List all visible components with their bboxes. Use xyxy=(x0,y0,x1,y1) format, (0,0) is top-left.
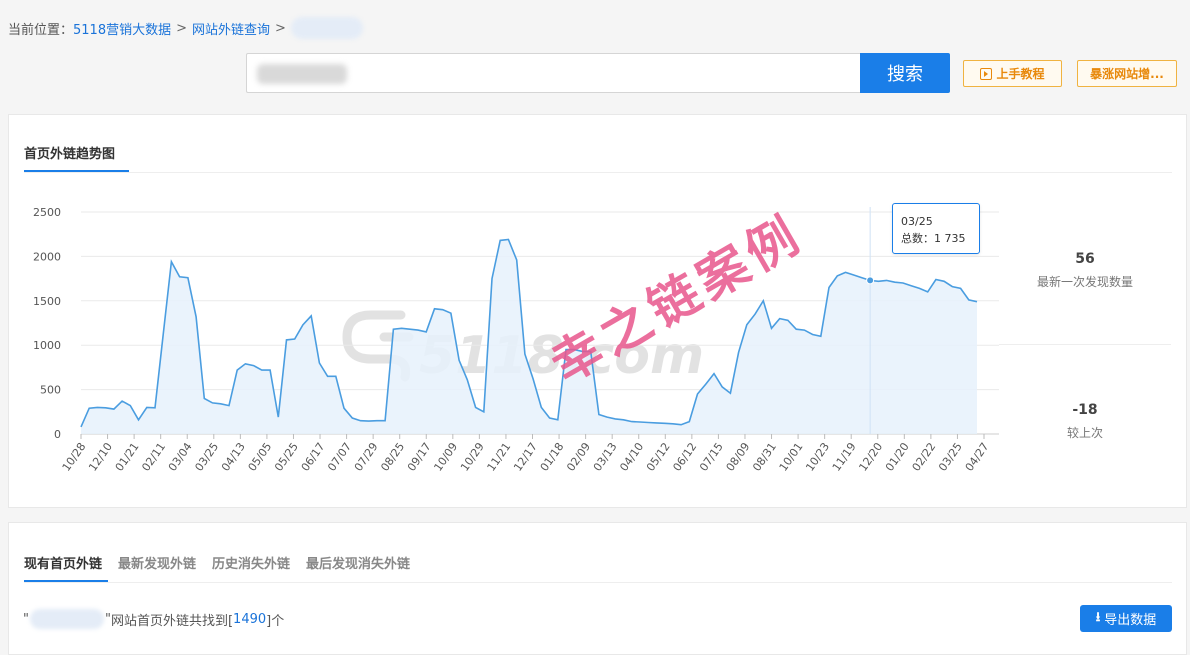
y-tick-label: 500 xyxy=(40,384,61,397)
x-tick-label: 04/10 xyxy=(617,440,646,473)
tutorial-button[interactable]: 上手教程 xyxy=(963,60,1062,87)
y-tick-label: 1000 xyxy=(33,339,61,352)
tab-new-links[interactable]: 最新发现外链 xyxy=(118,553,196,572)
search-bar: 搜索 xyxy=(246,53,950,93)
x-tick-label: 05/05 xyxy=(246,440,275,473)
y-tick-label: 2000 xyxy=(33,250,61,263)
trend-panel: 首页外链趋势图 5118.com 0 500 1000 1500 2000 2500 10… xyxy=(8,114,1187,508)
export-button[interactable]: ⭳ 导出数据 xyxy=(1080,605,1172,632)
trend-chart[interactable]: 5118.com 05001000150020002500 10/2812/10… xyxy=(9,115,1009,509)
y-tick-label: 0 xyxy=(54,428,61,441)
x-tick-label: 07/29 xyxy=(352,440,381,473)
stat-change-value: -18 xyxy=(1072,402,1098,418)
links-panel: 现有首页外链 最新发现外链 历史消失外链 最后发现消失外链 " " 网站首页外链… xyxy=(8,522,1187,655)
y-axis: 0 500 1000 1500 2000 2500 xyxy=(33,206,61,441)
x-tick-label: 12/10 xyxy=(86,440,115,473)
links-count[interactable]: 1490 xyxy=(233,612,266,627)
x-tick-label: 09/17 xyxy=(405,440,434,473)
x-tick-label: 08/25 xyxy=(378,440,407,473)
x-tick-label: 07/07 xyxy=(325,440,354,473)
x-tick-label: 01/20 xyxy=(883,440,912,473)
stat-latest: 56 最新一次发现数量 xyxy=(1009,251,1161,290)
breadcrumb-link-marketing[interactable]: 5118营销大数据 xyxy=(73,19,171,38)
x-tick-label: 01/18 xyxy=(538,440,567,473)
breadcrumb-link-backlinks[interactable]: 网站外链查询 xyxy=(192,19,270,38)
x-axis: 10/2812/1001/2102/1103/0403/2504/1305/05… xyxy=(60,434,992,474)
x-tick-label: 03/04 xyxy=(166,440,195,473)
highlight-point xyxy=(866,276,875,285)
boost-sites-button[interactable]: 暴涨网站增... xyxy=(1077,60,1177,87)
x-tick-label: 07/15 xyxy=(697,440,726,473)
tab-lost-history[interactable]: 历史消失外链 xyxy=(212,553,290,572)
divider xyxy=(999,344,1171,345)
x-tick-label: 10/09 xyxy=(431,440,460,473)
y-tick-label: 2500 xyxy=(33,206,61,219)
x-tick-label: 06/17 xyxy=(299,440,328,473)
stat-change: -18 较上次 xyxy=(1009,402,1161,441)
summary-redacted-domain xyxy=(29,609,104,629)
breadcrumb-separator: > xyxy=(176,20,188,36)
breadcrumb-prefix: 当前位置： xyxy=(8,22,74,38)
x-tick-label: 02/22 xyxy=(910,440,939,473)
x-tick-label: 02/11 xyxy=(139,440,168,473)
search-redacted-value xyxy=(257,64,347,84)
stat-latest-value: 56 xyxy=(1075,251,1095,267)
breadcrumb-separator: > xyxy=(275,20,286,36)
x-tick-label: 11/21 xyxy=(485,440,514,473)
download-icon: ⭳ xyxy=(1095,609,1101,625)
tutorial-label: 上手教程 xyxy=(996,67,1045,81)
stat-change-label: 较上次 xyxy=(1066,426,1103,440)
x-tick-label: 03/25 xyxy=(192,440,221,473)
export-label: 导出数据 xyxy=(1104,613,1157,628)
x-tick-label: 10/29 xyxy=(458,440,487,473)
x-tick-label: 06/12 xyxy=(670,440,699,473)
play-icon xyxy=(980,67,993,80)
x-tick-label: 01/21 xyxy=(113,440,142,473)
y-tick-label: 1500 xyxy=(33,295,61,308)
x-tick-label: 03/13 xyxy=(591,440,620,473)
x-tick-label: 12/17 xyxy=(511,440,540,473)
stat-latest-label: 最新一次发现数量 xyxy=(1036,275,1133,289)
chart-tooltip: 03/25 总数：1 735 xyxy=(892,203,980,254)
breadcrumb-redacted-domain xyxy=(290,17,363,39)
x-tick-label: 11/19 xyxy=(830,440,859,473)
divider xyxy=(24,582,1172,583)
x-tick-label: 05/25 xyxy=(272,440,301,473)
x-tick-label: 10/28 xyxy=(60,440,89,473)
x-tick-label: 10/23 xyxy=(803,440,832,473)
search-button[interactable]: 搜索 xyxy=(860,53,950,93)
x-tick-label: 12/20 xyxy=(856,440,885,473)
search-input[interactable] xyxy=(246,53,860,93)
links-tabs: 现有首页外链 最新发现外链 历史消失外链 最后发现消失外链 xyxy=(24,553,410,572)
tab-last-lost[interactable]: 最后发现消失外链 xyxy=(306,553,410,572)
tooltip-total: 总数：1 735 xyxy=(901,232,966,245)
x-tick-label: 02/09 xyxy=(564,440,593,473)
links-summary: " " 网站首页外链共找到[ 1490 ]个 xyxy=(23,609,284,629)
tab-current-links[interactable]: 现有首页外链 xyxy=(24,553,102,572)
x-tick-label: 04/27 xyxy=(963,440,992,473)
x-tick-label: 03/25 xyxy=(936,440,965,473)
x-tick-label: 08/09 xyxy=(724,440,753,473)
breadcrumb: 当前位置： 5118营销大数据 > 网站外链查询 > xyxy=(8,17,363,39)
x-tick-label: 05/12 xyxy=(644,440,673,473)
x-tick-label: 04/13 xyxy=(219,440,248,473)
tooltip-date: 03/25 xyxy=(901,215,933,228)
x-tick-label: 08/31 xyxy=(750,440,779,473)
x-tick-label: 10/01 xyxy=(777,440,806,473)
